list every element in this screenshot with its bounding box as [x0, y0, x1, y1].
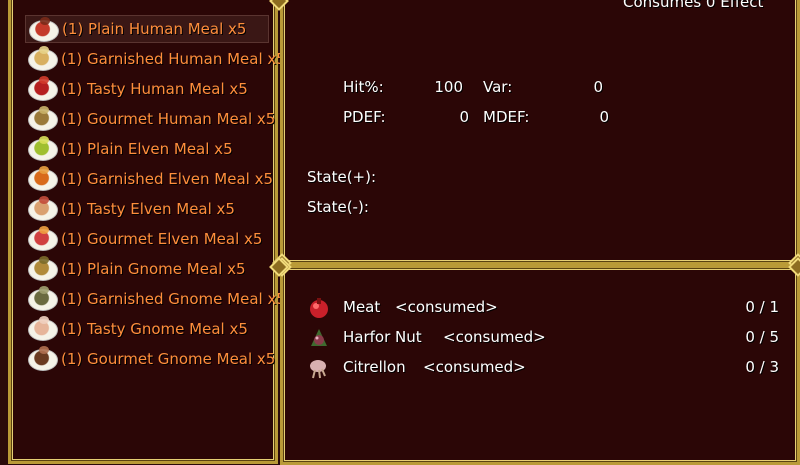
- meal-list-item[interactable]: (1) Tasty Elven Meal x5: [25, 195, 269, 223]
- pdef-label: PDEF:: [343, 108, 386, 126]
- meal-label: (1) Gourmet Elven Meal x5: [61, 230, 263, 248]
- material-name: Harfor Nut: [343, 328, 422, 346]
- meal-label: (1) Tasty Elven Meal x5: [61, 200, 235, 218]
- material-name: Meat: [343, 298, 381, 316]
- state-minus-label: State(-):: [307, 198, 369, 216]
- meal-list-item[interactable]: (1) Plain Human Meal x5: [25, 15, 269, 43]
- meal-list-item[interactable]: (1) Garnished Gnome Meal x5: [25, 285, 286, 313]
- hit-value: 100: [434, 78, 463, 96]
- citrellon-icon: [310, 360, 326, 379]
- meal-list-item[interactable]: (1) Tasty Human Meal x5: [25, 75, 269, 103]
- meal-list-item[interactable]: (1) Gourmet Human Meal x5: [25, 105, 275, 133]
- meal-list-item[interactable]: (1) Plain Gnome Meal x5: [25, 255, 269, 283]
- materials-window: Meat <consumed> 0 / 1 Harfor Nut <consumed> 0…: [272, 257, 800, 465]
- meal-plate-icon: [28, 286, 58, 311]
- var-label: Var:: [483, 78, 513, 96]
- meal-label: (1) Gourmet Gnome Meal x5: [61, 350, 276, 368]
- meal-label: (1) Garnished Elven Meal x5: [61, 170, 273, 188]
- pdef-value: 0: [459, 108, 469, 126]
- meal-plate-icon: [28, 256, 58, 281]
- mdef-value: 0: [599, 108, 609, 126]
- material-name: Citrellon: [343, 358, 406, 376]
- material-count: 0 / 1: [745, 298, 779, 316]
- material-count: 0 / 3: [745, 358, 779, 376]
- mdef-label: MDEF:: [483, 108, 530, 126]
- material-consumed-tag: <consumed>: [423, 358, 526, 376]
- nut-icon: [311, 329, 327, 346]
- meal-list-item[interactable]: (1) Gourmet Gnome Meal x5: [25, 345, 275, 373]
- meal-label: (1) Garnished Gnome Meal x5: [61, 290, 286, 308]
- meal-plate-icon: [28, 166, 58, 191]
- material-count: 0 / 5: [745, 328, 779, 346]
- meal-plate-icon: [28, 106, 58, 131]
- meal-label: (1) Tasty Human Meal x5: [61, 80, 248, 98]
- hit-label: Hit%:: [343, 78, 384, 96]
- material-consumed-tag: <consumed>: [395, 298, 498, 316]
- meal-list-item[interactable]: (1) Plain Elven Meal x5: [25, 135, 269, 163]
- material-row: Harfor Nut <consumed> 0 / 5: [307, 324, 787, 352]
- material-consumed-tag: <consumed>: [443, 328, 546, 346]
- meal-label: (1) Plain Gnome Meal x5: [61, 260, 246, 278]
- meal-plate-icon: [29, 17, 59, 42]
- meal-plate-icon: [28, 226, 58, 251]
- meal-plate-icon: [28, 196, 58, 221]
- var-value: 0: [593, 78, 603, 96]
- meal-label: (1) Tasty Gnome Meal x5: [61, 320, 248, 338]
- meal-list-item[interactable]: (1) Garnished Human Meal x5: [25, 45, 286, 73]
- meal-plate-icon: [28, 136, 58, 161]
- effect-header-text: Consumes 0 Effect: [623, 0, 764, 11]
- meal-plate-icon: [28, 76, 58, 101]
- meal-list-item[interactable]: (1) Gourmet Elven Meal x5: [25, 225, 269, 253]
- material-row: Citrellon <consumed> 0 / 3: [307, 354, 787, 382]
- item-info-window: Consumes 0 Effect Hit%: 100 Var: 0 PDEF:…: [272, 0, 800, 273]
- meal-label: (1) Plain Elven Meal x5: [61, 140, 233, 158]
- recipe-list-window: (1) Plain Human Meal x5 (1) Garnished Hum…: [8, 0, 286, 464]
- meat-icon: [310, 298, 328, 318]
- meal-plate-icon: [28, 316, 58, 341]
- meal-label: (1) Plain Human Meal x5: [62, 20, 247, 38]
- meal-list-item[interactable]: (1) Garnished Elven Meal x5: [25, 165, 273, 193]
- state-plus-label: State(+):: [307, 168, 377, 186]
- meal-label: (1) Gourmet Human Meal x5: [61, 110, 276, 128]
- meal-plate-icon: [28, 46, 58, 71]
- meal-plate-icon: [28, 346, 58, 371]
- material-row: Meat <consumed> 0 / 1: [307, 294, 787, 322]
- meal-list-item[interactable]: (1) Tasty Gnome Meal x5: [25, 315, 269, 343]
- meal-label: (1) Garnished Human Meal x5: [61, 50, 286, 68]
